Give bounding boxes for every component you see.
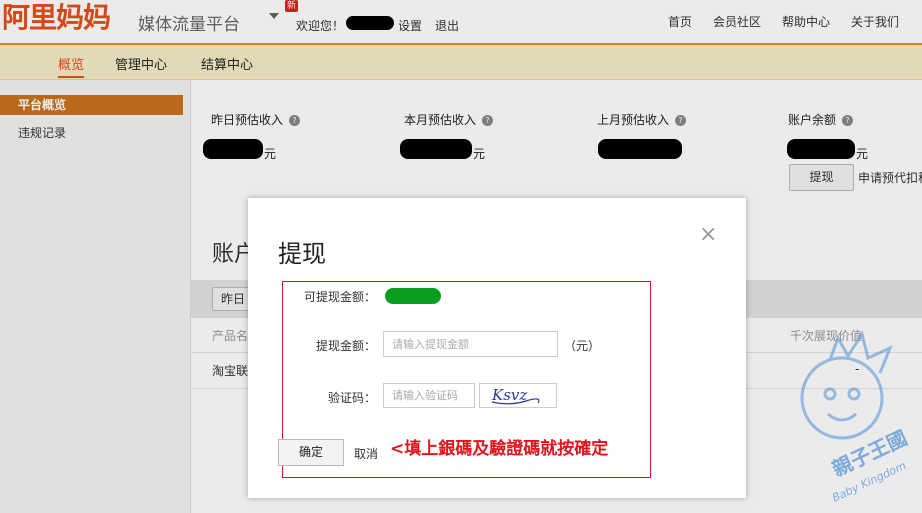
watermark-crown (828, 330, 893, 374)
captcha-label: 验证码： (327, 391, 376, 405)
amount-unit: （元） (564, 339, 601, 353)
amount-label: 提现金额： (315, 339, 376, 353)
available-amount-label: 可提现金额： (303, 290, 376, 304)
watermark-smile (827, 412, 857, 422)
withdraw-modal: 提现 × 可提现金额： 提现金额： （元） 验证码： Ksvz 确定 取消 <填… (248, 198, 746, 498)
watermark-eye (847, 387, 861, 401)
captcha-input[interactable] (383, 383, 475, 408)
confirm-button[interactable]: 确定 (278, 439, 344, 466)
watermark-face (800, 356, 884, 440)
modal-title: 提现 (278, 240, 326, 268)
watermark-eye (823, 387, 837, 401)
captcha-text: Ksvz (491, 386, 527, 404)
close-icon[interactable]: × (699, 222, 717, 247)
captcha-graphic: Ksvz (491, 386, 540, 405)
annotation-text: <填上銀碼及驗證碼就按確定 (390, 439, 609, 459)
withdraw-amount-input[interactable] (383, 331, 558, 357)
baby-kingdom-watermark-logo: 親子王國 Baby Kingdom (800, 330, 911, 505)
redacted-available-amount (385, 288, 441, 304)
cancel-link[interactable]: 取消 (354, 445, 378, 462)
captcha-image[interactable]: Ksvz (479, 383, 557, 408)
